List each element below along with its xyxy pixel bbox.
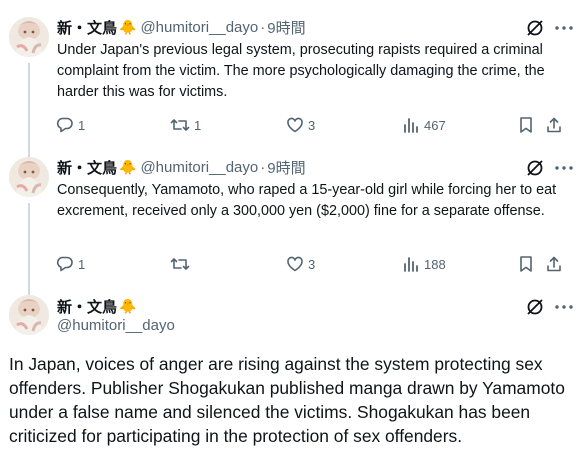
avatar[interactable] — [9, 295, 49, 335]
tweet-text: Under Japan's previous legal system, pro… — [57, 42, 545, 100]
tweet-text: Consequently, Yamamoto, who raped a 15-y… — [57, 182, 557, 219]
views-button[interactable]: 467 — [402, 114, 446, 136]
like-button[interactable]: 3 — [286, 253, 315, 275]
share-button[interactable] — [545, 253, 563, 275]
views-icon — [404, 257, 418, 272]
chick-emoji: 🐥 — [119, 298, 137, 314]
repost-button[interactable] — [170, 253, 194, 275]
more-icon[interactable] — [553, 297, 575, 317]
like-count: 3 — [308, 117, 316, 133]
grok-icon[interactable] — [525, 158, 545, 178]
tweet-header: 新・文鳥 🐥 @humitori__dayo · 9時間 — [57, 157, 306, 177]
like-icon — [287, 117, 303, 133]
repost-button[interactable]: 1 — [170, 114, 201, 136]
like-button[interactable]: 3 — [286, 114, 315, 136]
like-icon — [287, 256, 303, 272]
display-name[interactable]: 新・文鳥 — [57, 296, 117, 317]
tweet-header: 新・文鳥 🐥 @humitori__dayo · 9時間 — [57, 17, 306, 37]
action-bar: 1 3 188 — [50, 253, 575, 275]
bookmark-button[interactable] — [517, 114, 535, 136]
thread-connector — [28, 203, 30, 295]
more-icon[interactable] — [553, 158, 575, 178]
views-count: 467 — [424, 117, 446, 133]
separator: · — [260, 158, 266, 176]
like-count: 3 — [308, 256, 316, 272]
thread: 新・文鳥 🐥 @humitori__dayo · 9時間 Under Japan… — [0, 0, 583, 454]
repost-count: 1 — [194, 117, 202, 133]
share-button[interactable] — [545, 114, 563, 136]
reply-count: 1 — [78, 256, 86, 272]
display-name[interactable]: 新・文鳥 — [57, 17, 117, 38]
reply-button[interactable]: 1 — [56, 253, 85, 275]
reply-count: 1 — [78, 117, 86, 133]
user-handle[interactable]: @humitori__dayo — [140, 19, 258, 36]
repost-icon — [170, 258, 190, 270]
timestamp[interactable]: 9時間 — [267, 157, 305, 178]
grok-icon[interactable] — [525, 18, 545, 38]
action-bar: 1 1 3 467 — [50, 114, 575, 136]
views-button[interactable]: 188 — [402, 253, 446, 275]
chick-emoji: 🐥 — [119, 19, 137, 35]
user-handle[interactable]: @humitori__dayo — [140, 159, 258, 176]
timestamp[interactable]: 9時間 — [267, 17, 305, 38]
thread-connector — [28, 63, 30, 159]
display-name[interactable]: 新・文鳥 — [57, 157, 117, 178]
user-handle[interactable]: @humitori__dayo — [57, 316, 175, 336]
main-tweet-text: In Japan, voices of anger are rising aga… — [9, 354, 565, 446]
more-icon[interactable] — [553, 18, 575, 38]
avatar[interactable] — [9, 17, 49, 57]
bookmark-icon — [520, 117, 532, 133]
separator: · — [260, 18, 266, 36]
bookmark-button[interactable] — [517, 253, 535, 275]
reply-icon — [56, 256, 73, 272]
display-name-row: 新・文鳥 🐥 — [57, 296, 175, 316]
chick-emoji: 🐥 — [119, 159, 137, 175]
bookmark-icon — [520, 256, 532, 272]
share-icon — [547, 256, 561, 272]
main-tweet-header: 新・文鳥 🐥 @humitori__dayo — [57, 296, 175, 336]
reply-button[interactable]: 1 — [56, 114, 85, 136]
views-icon — [404, 118, 418, 133]
avatar[interactable] — [9, 157, 49, 197]
reply-icon — [56, 117, 73, 133]
views-count: 188 — [424, 256, 446, 272]
repost-icon — [170, 119, 190, 131]
share-icon — [547, 117, 561, 133]
grok-icon[interactable] — [525, 297, 545, 317]
